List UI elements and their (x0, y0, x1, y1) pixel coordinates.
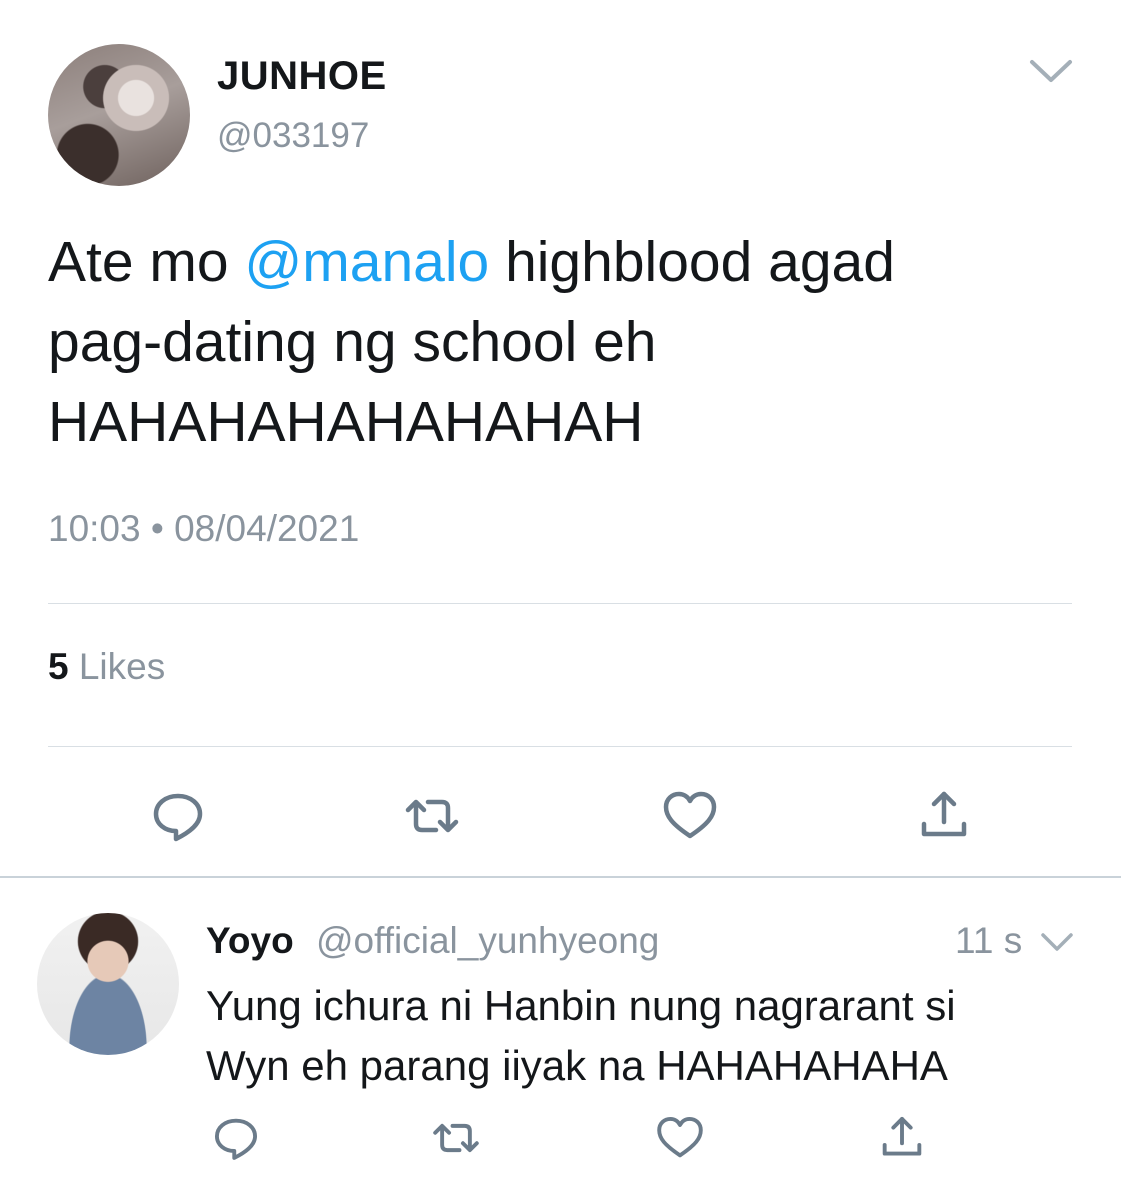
like-icon[interactable] (654, 1112, 706, 1164)
share-icon[interactable] (876, 1112, 928, 1164)
retweet-icon[interactable] (430, 1112, 482, 1164)
reply-author-name[interactable]: Yoyo (206, 920, 294, 962)
likes-count: 5 (48, 646, 69, 687)
divider (48, 603, 1072, 604)
author-avatar[interactable] (48, 44, 190, 186)
reply-icon[interactable] (210, 1112, 262, 1164)
reply-text: Yung ichura ni Hanbin nung nagrarant si … (206, 982, 956, 1089)
likes-stat[interactable]: 5 Likes (48, 646, 165, 688)
reply-time: 11 s (955, 920, 1023, 961)
tweet-timestamp: 10:03 • 08/04/2021 (48, 508, 359, 550)
mention-link[interactable]: @manalo (244, 230, 489, 294)
reply-avatar[interactable] (37, 913, 179, 1055)
tweet-separator (0, 876, 1121, 878)
tweet-text-start: Ate mo (48, 230, 245, 294)
tweet-date: 08/04/2021 (174, 508, 360, 549)
tweet-text: Ate mo @manalo highblood agad pag-dating… (48, 222, 1048, 462)
reply-author-handle[interactable]: @official_yunhyeong (316, 920, 659, 962)
chevron-down-icon[interactable] (1028, 56, 1074, 86)
share-icon[interactable] (914, 786, 974, 846)
like-icon[interactable] (660, 786, 720, 846)
tweet-time: 10:03 (48, 508, 141, 549)
retweet-icon[interactable] (402, 786, 462, 846)
reply-icon[interactable] (148, 786, 208, 846)
timestamp-separator: • (140, 508, 175, 549)
chevron-down-icon[interactable] (1040, 930, 1074, 954)
likes-label: Likes (68, 646, 166, 687)
author-handle[interactable]: @033197 (217, 116, 369, 156)
divider (48, 746, 1072, 747)
author-name[interactable]: JUNHOE (217, 54, 387, 99)
